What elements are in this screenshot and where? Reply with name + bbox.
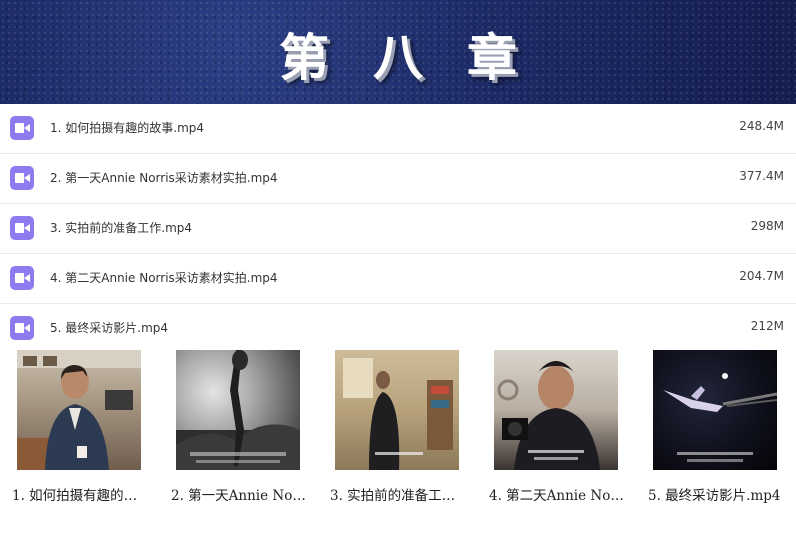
video-thumbnail[interactable] [494, 350, 618, 470]
file-list: 1. 如何拍摄有趣的故事.mp4 248.4M 2. 第一天Annie Norr… [0, 104, 796, 353]
file-row[interactable]: 3. 实拍前的准备工作.mp4 298M [0, 204, 796, 254]
thumbnail-image [335, 350, 459, 470]
thumbnail-caption[interactable]: 4. 第二天Annie No… [489, 484, 624, 504]
file-row[interactable]: 4. 第二天Annie Norris采访素材实拍.mp4 204.7M [0, 254, 796, 304]
video-file-icon [10, 266, 34, 290]
thumbnail-caption[interactable]: 3. 实拍前的准备工… [330, 484, 455, 504]
video-file-icon [10, 116, 34, 140]
file-size: 212M [750, 319, 784, 333]
video-file-icon [10, 216, 34, 240]
video-thumbnail[interactable] [653, 350, 777, 470]
video-thumbnail[interactable] [176, 350, 300, 470]
file-name: 5. 最终采访影片.mp4 [50, 321, 169, 335]
thumbnail-image [17, 350, 141, 470]
file-row[interactable]: 1. 如何拍摄有趣的故事.mp4 248.4M [0, 104, 796, 154]
chapter-title: 第八章 [279, 29, 561, 87]
video-file-icon [10, 166, 34, 190]
file-size: 204.7M [739, 269, 784, 283]
thumbnail-image [663, 373, 777, 462]
thumbnail-caption[interactable]: 1. 如何拍摄有趣的… [12, 484, 137, 504]
video-thumbnail[interactable] [335, 350, 459, 470]
file-row[interactable]: 2. 第一天Annie Norris采访素材实拍.mp4 377.4M [0, 154, 796, 204]
file-size: 248.4M [739, 119, 784, 133]
file-size: 298M [750, 219, 784, 233]
file-row[interactable]: 5. 最终采访影片.mp4 212M [0, 304, 796, 353]
thumbnail-caption[interactable]: 5. 最终采访影片.mp4 [648, 484, 781, 504]
file-name: 2. 第一天Annie Norris采访素材实拍.mp4 [50, 171, 278, 185]
thumbnail-caption[interactable]: 2. 第一天Annie No… [171, 484, 306, 504]
chapter-banner: 第八章 [0, 0, 796, 108]
file-name: 3. 实拍前的准备工作.mp4 [50, 221, 193, 235]
video-thumbnail[interactable] [17, 350, 141, 470]
file-name: 1. 如何拍摄有趣的故事.mp4 [50, 121, 205, 135]
file-name: 4. 第二天Annie Norris采访素材实拍.mp4 [50, 271, 278, 285]
thumbnail-image [497, 361, 600, 470]
file-size: 377.4M [739, 169, 784, 183]
thumbnail-image [176, 350, 300, 470]
video-file-icon [10, 316, 34, 340]
